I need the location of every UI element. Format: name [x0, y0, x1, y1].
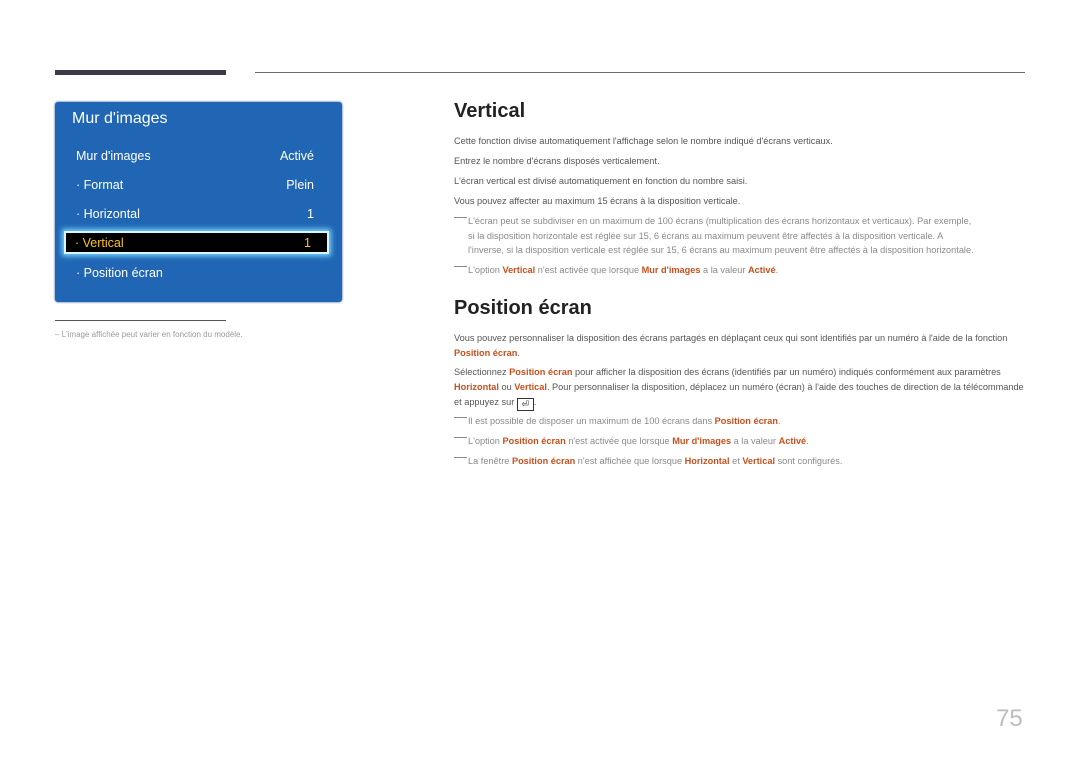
osd-item-mur-images[interactable]: Mur d'images Activé	[76, 149, 314, 163]
note-dash	[454, 437, 467, 438]
enter-key-icon: ⏎	[516, 398, 534, 411]
osd-item-position-ecran[interactable]: · Position écran	[76, 266, 314, 280]
osd-item-horizontal[interactable]: · Horizontal 1	[76, 207, 314, 221]
note: Il est possible de disposer un maximum d…	[454, 414, 1026, 429]
note: La fenêtre Position écran n'est affichée…	[454, 454, 1026, 469]
osd-item-label: · Position écran	[76, 266, 163, 280]
paragraph: Sélectionnez Position écran pour affiche…	[454, 367, 1024, 411]
paragraph: L'écran vertical est divisé automatiquem…	[454, 176, 748, 186]
note-dash	[454, 217, 467, 218]
footnote-rule	[55, 320, 226, 321]
paragraph: Vous pouvez affecter au maximum 15 écran…	[454, 196, 741, 206]
osd-item-value: Plein	[286, 178, 314, 192]
header-bar	[55, 70, 226, 75]
section-title-vertical: Vertical	[454, 100, 526, 122]
note-dash	[454, 457, 467, 458]
osd-item-label: · Horizontal	[76, 207, 140, 221]
osd-item-value: Activé	[279, 149, 314, 163]
osd-item-vertical-selected[interactable]: · Vertical 1	[64, 231, 329, 254]
osd-item-label: · Vertical	[75, 236, 124, 250]
paragraph: Cette fonction divise automatiquement l'…	[454, 136, 833, 146]
osd-title: Mur d'images	[72, 110, 168, 127]
note-dash	[454, 417, 467, 418]
section-title-position-ecran: Position écran	[454, 297, 592, 319]
osd-menu-mur-images: Mur d'images Mur d'images Activé · Forma…	[55, 102, 342, 302]
page-number: 75	[996, 705, 1023, 732]
note: L'option Position écran n'est activée qu…	[454, 434, 1026, 449]
osd-item-label: Mur d'images	[76, 149, 151, 163]
note: L'écran peut se subdiviser en un maximum…	[454, 214, 1026, 258]
paragraph: Entrez le nombre d'écrans disposés verti…	[454, 156, 660, 166]
note-dash	[454, 266, 467, 267]
footnote: – L'image affichée peut varier en foncti…	[55, 330, 243, 339]
osd-item-value: 1	[307, 207, 314, 221]
note: L'option Vertical n'est activée que lors…	[454, 263, 1026, 278]
osd-item-value: 1	[304, 236, 311, 250]
header-rule	[255, 72, 1025, 73]
osd-item-format[interactable]: · Format Plein	[76, 178, 314, 192]
osd-item-label: · Format	[76, 178, 124, 192]
paragraph: Vous pouvez personnaliser la disposition…	[454, 333, 1008, 358]
